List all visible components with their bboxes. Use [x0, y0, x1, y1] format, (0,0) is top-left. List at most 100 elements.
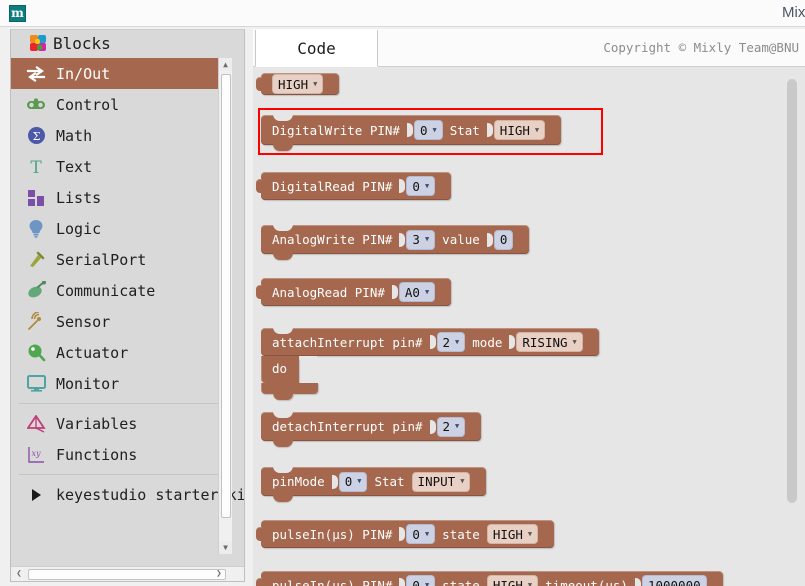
- functions-xy-icon: xy: [25, 444, 47, 466]
- block-label: DigitalWrite PIN#: [272, 122, 400, 138]
- gamepad-icon: [25, 94, 47, 116]
- value-socket: [634, 578, 641, 586]
- block-high-value[interactable]: HIGH ▼: [261, 73, 340, 95]
- sensor-waves-icon: [25, 311, 47, 333]
- in-out-arrows-icon: [25, 63, 47, 85]
- variables-icon: [25, 413, 47, 435]
- sidebar-item-communicate[interactable]: Communicate: [11, 275, 232, 306]
- chevron-down-icon: ▼: [455, 337, 460, 346]
- sidebar-item-in-out[interactable]: In/Out: [11, 58, 232, 89]
- block-pulse-in-timeout[interactable]: pulseIn(μs) PIN# 0 ▼ state HIGH ▼ timeou…: [261, 571, 723, 586]
- sidebar-item-label: Math: [56, 126, 93, 145]
- lightbulb-icon: [25, 218, 47, 240]
- value-socket: [399, 232, 406, 247]
- chevron-down-icon: ▼: [424, 580, 430, 586]
- block-label: AnalogRead PIN#: [272, 284, 385, 300]
- field-pin-number[interactable]: 2 ▼: [436, 416, 466, 437]
- block-detach-interrupt[interactable]: detachInterrupt pin# 2 ▼: [261, 411, 482, 447]
- field-dropdown-mode[interactable]: RISING ▼: [516, 332, 583, 352]
- value-socket: [486, 232, 493, 247]
- sidebar-item-text[interactable]: T Text: [11, 151, 232, 182]
- field-timeout-number[interactable]: 1000000: [641, 575, 707, 586]
- plug-cable-icon: [25, 249, 47, 271]
- workspace-vertical-scrollbar[interactable]: [787, 79, 797, 503]
- chevron-left-icon[interactable]: ❮: [12, 567, 26, 581]
- block-label: detachInterrupt pin#: [272, 419, 423, 434]
- sidebar-item-lists[interactable]: Lists: [11, 182, 232, 213]
- sidebar-item-serialport[interactable]: SerialPort: [11, 244, 232, 275]
- field-pin-number[interactable]: 0 ▼: [406, 176, 436, 196]
- monitor-screen-icon: [25, 373, 47, 395]
- field-pin-number[interactable]: 0 ▼: [406, 575, 436, 586]
- field-dropdown-high[interactable]: HIGH ▼: [272, 74, 324, 94]
- chevron-down-icon: ▼: [432, 125, 437, 134]
- sidebar-item-label: Sensor: [56, 312, 111, 331]
- copyright-label: Copyright © Mixly Team@BNU: [603, 40, 799, 55]
- sidebar-item-monitor[interactable]: Monitor: [11, 368, 232, 399]
- toolbox-horizontal-scrollbar[interactable]: ❮ ❯: [11, 566, 244, 581]
- chevron-down-icon: ▼: [527, 580, 533, 586]
- chevron-down-icon[interactable]: ▼: [219, 541, 232, 554]
- block-label: value: [442, 232, 480, 247]
- toolbox-vscroll-thumb[interactable]: [221, 74, 231, 518]
- field-pin-number[interactable]: 0 ▼: [338, 471, 368, 492]
- block-digital-write[interactable]: DigitalWrite PIN# 0 ▼ Stat HIGH ▼: [261, 114, 562, 151]
- block-label: pulseIn(μs) PIN#: [272, 577, 393, 586]
- sidebar-item-functions[interactable]: xy Functions: [11, 439, 232, 470]
- mixly-logo-icon: m: [9, 4, 26, 22]
- sidebar-item-label: Monitor: [56, 374, 120, 393]
- chevron-down-icon: ▼: [572, 337, 577, 346]
- block-digital-read[interactable]: DigitalRead PIN# 0 ▼: [261, 172, 452, 200]
- value-socket: [391, 285, 398, 299]
- field-dropdown-state[interactable]: HIGH ▼: [486, 524, 539, 544]
- field-pin-number[interactable]: 0 ▼: [413, 120, 443, 140]
- sidebar-item-label: In/Out: [56, 64, 111, 83]
- sidebar-item-math[interactable]: Σ Math: [11, 120, 232, 151]
- block-pulse-in[interactable]: pulseIn(μs) PIN# 0 ▼ state HIGH ▼: [261, 520, 555, 548]
- sidebar-item-label: Control: [56, 95, 120, 114]
- block-label: mode: [472, 334, 503, 350]
- toolbox-vertical-scrollbar[interactable]: ▲ ▼: [218, 58, 232, 554]
- svg-text:Σ: Σ: [32, 130, 40, 143]
- block-label: Stat: [449, 122, 480, 138]
- block-label: attachInterrupt pin#: [272, 334, 423, 350]
- toolbox-hscroll-thumb[interactable]: [28, 569, 226, 580]
- field-pin-number[interactable]: 3 ▼: [406, 229, 436, 250]
- tab-code[interactable]: Code: [255, 30, 378, 67]
- field-value-number[interactable]: 0: [493, 229, 514, 250]
- sidebar-item-variables[interactable]: Variables: [11, 408, 232, 439]
- sidebar-item-keyestudio-starter-kit[interactable]: keyestudio starter kit: [11, 479, 244, 510]
- sidebar-item-control[interactable]: Control: [11, 89, 232, 120]
- block-pin-mode[interactable]: pinMode 0 ▼ Stat INPUT ▼: [261, 466, 487, 502]
- block-analog-read[interactable]: AnalogRead PIN# A0 ▼: [261, 278, 452, 306]
- editor-panel: Code Copyright © Mixly Team@BNU HIGH ▼ D…: [253, 29, 805, 586]
- block-analog-write[interactable]: AnalogWrite PIN# 3 ▼ value 0: [261, 224, 530, 260]
- chevron-down-icon: ▼: [460, 477, 465, 485]
- value-socket: [429, 419, 436, 434]
- block-attach-interrupt-bottom-nub: [273, 394, 293, 400]
- field-dropdown-mode[interactable]: INPUT ▼: [411, 471, 471, 492]
- sidebar-item-actuator[interactable]: Actuator: [11, 337, 232, 368]
- block-label-do: do: [272, 361, 288, 376]
- window-title: Mix: [782, 4, 805, 21]
- field-dropdown-state[interactable]: HIGH ▼: [493, 120, 546, 140]
- triangle-right-icon: [25, 484, 47, 506]
- field-analog-pin[interactable]: A0 ▼: [398, 282, 436, 302]
- toolbox-divider-1: [19, 403, 224, 404]
- svg-text:xy: xy: [31, 449, 41, 458]
- sidebar-item-sensor[interactable]: Sensor: [11, 306, 232, 337]
- toolbox-header-label: Blocks: [53, 34, 111, 53]
- chevron-up-icon[interactable]: ▲: [219, 58, 232, 71]
- chevron-right-icon[interactable]: ❯: [212, 567, 226, 581]
- value-socket: [399, 179, 406, 193]
- window-titlebar: m Mix: [0, 0, 805, 27]
- field-pin-number[interactable]: 0 ▼: [406, 524, 436, 544]
- sidebar-item-logic[interactable]: Logic: [11, 213, 232, 244]
- value-socket: [399, 578, 406, 586]
- block-attach-interrupt[interactable]: attachInterrupt pin# 2 ▼ mode RISING ▼: [261, 327, 599, 356]
- block-attach-interrupt-do-arm: do: [261, 356, 299, 383]
- blockly-workspace[interactable]: HIGH ▼ DigitalWrite PIN# 0 ▼ Stat HIGH ▼: [253, 67, 805, 586]
- field-dropdown-state[interactable]: HIGH ▼: [486, 575, 539, 586]
- sidebar-item-label: Logic: [56, 219, 102, 238]
- field-pin-number[interactable]: 2 ▼: [436, 332, 466, 352]
